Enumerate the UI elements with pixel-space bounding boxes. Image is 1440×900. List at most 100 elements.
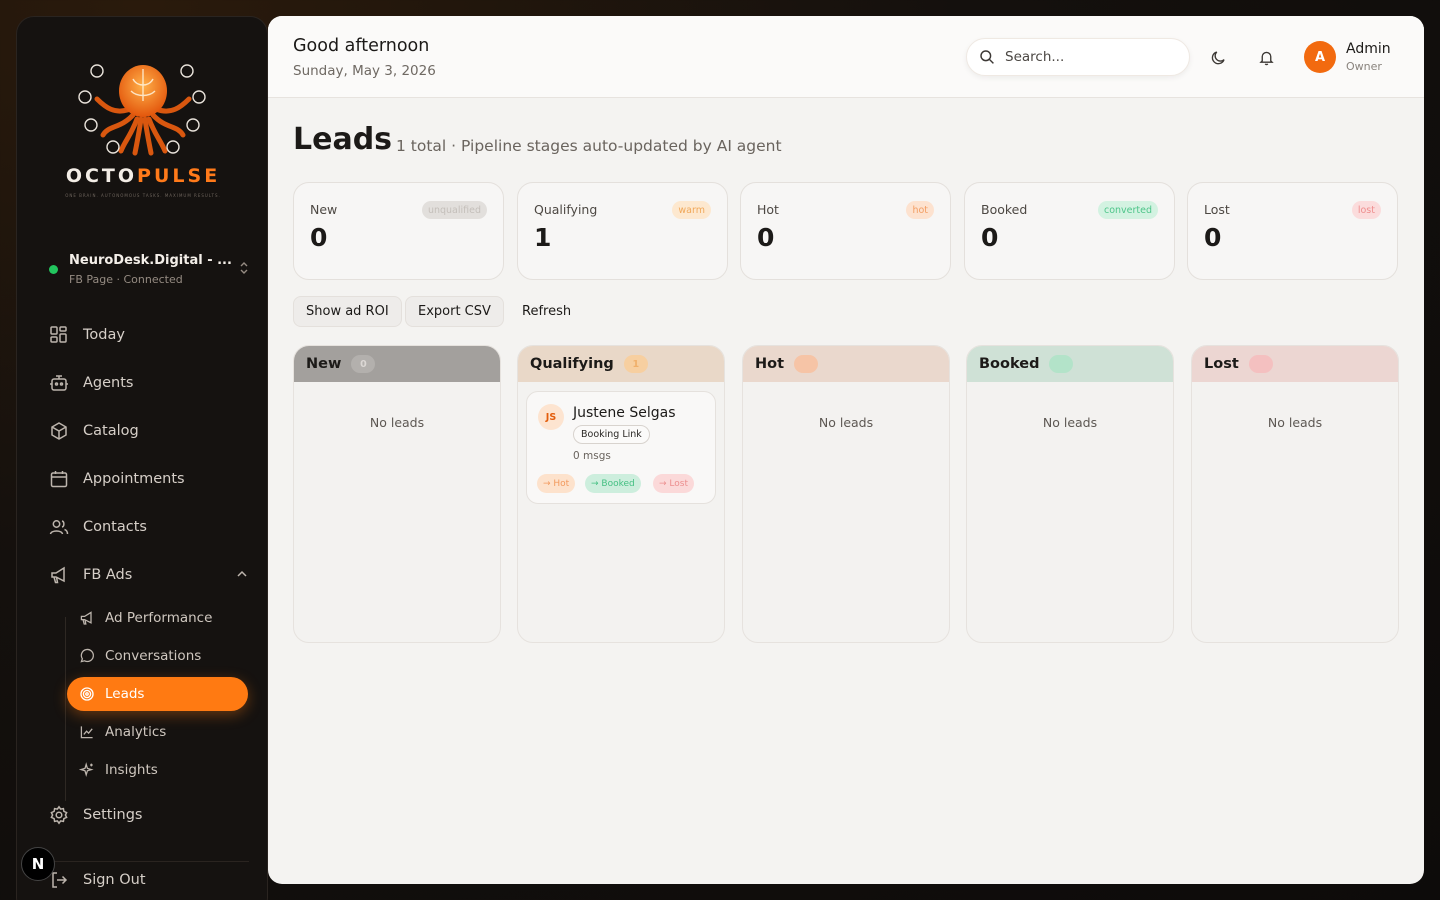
show-ad-roi-button[interactable]: Show ad ROI — [293, 296, 402, 327]
kanban-column-qualifying: Qualifying 1 JS Justene Selgas Booking L… — [517, 345, 725, 643]
nav-label: Sign Out — [83, 872, 146, 888]
bot-icon — [50, 375, 68, 391]
refresh-button[interactable]: Refresh — [509, 296, 584, 327]
main-panel: Good afternoon Sunday, May 3, 2026 A Adm… — [268, 16, 1424, 884]
notifications-button[interactable] — [1255, 46, 1277, 68]
empty-state: No leads — [369, 415, 425, 430]
brand-logo[interactable]: OCTOPULSE ONE BRAIN. AUTONOMOUS TASKS. M… — [17, 57, 269, 217]
empty-state: No leads — [1267, 415, 1323, 430]
move-to-booked-button[interactable]: → Booked — [585, 474, 641, 493]
sidebar-item-analytics[interactable]: Analytics — [77, 715, 247, 749]
column-header: New 0 — [294, 346, 500, 382]
workspace-switcher[interactable]: NeuroDesk.Digital - ... FB Page · Connec… — [49, 253, 248, 289]
column-title: Qualifying — [530, 356, 614, 372]
user-name[interactable]: Admin — [1346, 41, 1391, 57]
stat-card-lost: Lost 0 lost — [1187, 182, 1398, 280]
column-header: Booked 0 — [967, 346, 1173, 382]
search-icon — [980, 50, 994, 64]
column-title: Lost — [1204, 356, 1239, 372]
lead-name[interactable]: Justene Selgas — [573, 405, 675, 421]
search-input[interactable] — [1005, 49, 1175, 65]
nav-item-appointments[interactable]: Appointments — [49, 463, 249, 495]
empty-state: No leads — [818, 415, 874, 430]
lead-card[interactable]: JS Justene Selgas Booking Link 0 msgs → … — [526, 391, 716, 504]
stat-value: 0 — [981, 223, 999, 252]
stat-label: New — [310, 202, 338, 217]
current-date: Sunday, May 3, 2026 — [293, 63, 436, 79]
sidebar-item-ad-performance[interactable]: Ad Performance — [77, 601, 247, 635]
sidebar-item-leads[interactable]: Leads — [67, 677, 248, 711]
nav-item-today[interactable]: Today — [49, 319, 249, 351]
package-icon — [51, 422, 67, 440]
status-badge: lost — [1351, 201, 1381, 219]
nav-item-agents[interactable]: Agents — [49, 367, 249, 399]
moon-icon — [1211, 50, 1225, 64]
dev-tools-badge[interactable]: N — [21, 847, 55, 881]
sidebar-item-label: Leads — [105, 686, 145, 702]
nav-item-catalog[interactable]: Catalog — [49, 415, 249, 447]
status-badge: warm — [672, 201, 711, 219]
nav-item-fb-ads[interactable]: FB Ads — [49, 559, 249, 591]
nav-item-contacts[interactable]: Contacts — [49, 511, 249, 543]
octopus-logo-icon — [78, 64, 206, 156]
sidebar: OCTOPULSE ONE BRAIN. AUTONOMOUS TASKS. M… — [16, 16, 268, 900]
workspace-name: NeuroDesk.Digital - ... — [69, 253, 232, 268]
kanban-column-lost: Lost 0 No leads — [1191, 345, 1399, 643]
megaphone-icon — [80, 611, 92, 625]
stat-label: Booked — [981, 202, 1028, 217]
brand-name: OCTOPULSE — [65, 165, 221, 187]
stat-card-hot: Hot 0 hot — [740, 182, 951, 280]
kanban-column-booked: Booked 0 No leads — [966, 345, 1174, 643]
empty-state: No leads — [1042, 415, 1098, 430]
column-count: 0 — [1049, 355, 1074, 373]
connected-status-dot — [49, 265, 58, 274]
bell-icon — [1258, 51, 1274, 65]
workspace-status: FB Page · Connected — [69, 273, 183, 286]
nav-item-settings[interactable]: Settings — [49, 799, 249, 831]
submenu-guide-line — [65, 617, 66, 801]
stat-label: Qualifying — [534, 202, 598, 217]
move-to-lost-button[interactable]: → Lost — [653, 474, 694, 493]
users-icon — [49, 520, 69, 535]
chevron-up-icon[interactable] — [235, 567, 249, 581]
nav-label: Settings — [83, 807, 143, 823]
lead-message-count: 0 msgs — [573, 450, 611, 462]
megaphone-icon — [51, 566, 65, 584]
theme-toggle-button[interactable] — [1207, 46, 1229, 68]
column-title: Hot — [755, 356, 785, 372]
greeting: Good afternoon — [293, 36, 430, 56]
gear-icon — [50, 805, 68, 825]
move-to-hot-button[interactable]: → Hot — [537, 474, 576, 493]
status-badge: hot — [906, 201, 934, 219]
stat-card-booked: Booked 0 converted — [964, 182, 1175, 280]
nav-label: Appointments — [83, 471, 185, 487]
lead-avatar: JS — [538, 404, 564, 430]
column-count: 0 — [351, 355, 376, 373]
stat-value: 0 — [1204, 223, 1222, 252]
sidebar-item-insights[interactable]: Insights — [77, 753, 247, 787]
sidebar-item-conversations[interactable]: Conversations — [77, 639, 247, 673]
kanban-column-hot: Hot 0 No leads — [742, 345, 950, 643]
column-count: 0 — [794, 355, 819, 373]
column-header: Lost 0 — [1192, 346, 1398, 382]
export-csv-button[interactable]: Export CSV — [405, 296, 504, 327]
nav-label: Today — [83, 327, 125, 343]
status-badge: unqualified — [421, 201, 487, 219]
page-subtitle: 1 total · Pipeline stages auto-updated b… — [396, 137, 782, 155]
column-count: 1 — [623, 355, 648, 373]
sidebar-item-label: Analytics — [105, 724, 167, 740]
nav-label: Contacts — [83, 519, 147, 535]
sidebar-divider — [49, 861, 249, 862]
kanban-column-new: New 0 No leads — [293, 345, 501, 643]
lead-source-tag: Booking Link — [573, 425, 650, 444]
nav-label: Catalog — [83, 423, 139, 439]
sidebar-item-label: Conversations — [105, 648, 202, 664]
stat-card-new: New 0 unqualified — [293, 182, 504, 280]
column-header: Qualifying 1 — [518, 346, 724, 382]
line-chart-icon — [80, 726, 93, 739]
search-box[interactable] — [966, 38, 1190, 76]
brand-tagline: ONE BRAIN. AUTONOMOUS TASKS. MAXIMUM RES… — [65, 193, 221, 198]
stat-label: Lost — [1204, 202, 1230, 217]
sign-out-button[interactable]: Sign Out — [49, 864, 249, 896]
avatar[interactable]: A — [1304, 41, 1336, 73]
